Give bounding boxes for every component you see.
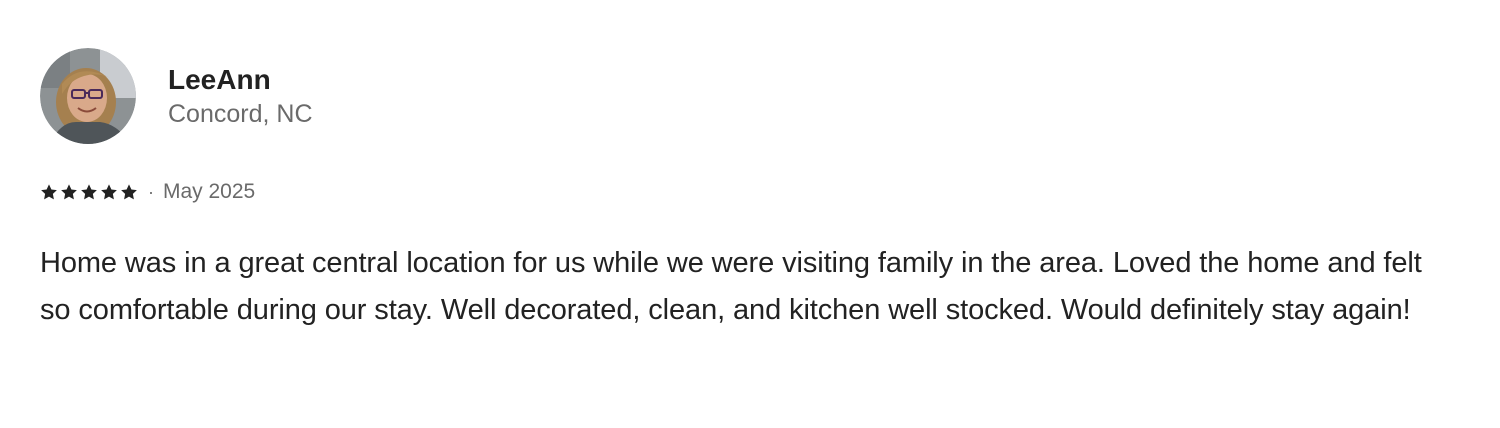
star-rating [40,183,140,201]
reviewer-name[interactable]: LeeAnn [168,62,313,98]
review-text: Home was in a great central location for… [40,247,1422,326]
reviewer-avatar[interactable] [40,47,136,144]
reviewer-header: LeeAnn Concord, NC [40,47,1460,144]
reviewer-info: LeeAnn Concord, NC [168,62,313,130]
review-card: LeeAnn Concord, NC · May 2025 Home was i… [40,47,1460,334]
separator-dot: · [148,181,154,202]
star-icon [120,183,138,201]
star-icon [80,183,98,201]
star-icon [40,183,58,201]
reviewer-location: Concord, NC [168,99,313,128]
star-icon [100,183,118,201]
user-photo-icon [40,47,136,144]
review-date: May 2025 [163,180,256,203]
star-icon [60,183,78,201]
review-meta: · May 2025 [40,180,1460,204]
